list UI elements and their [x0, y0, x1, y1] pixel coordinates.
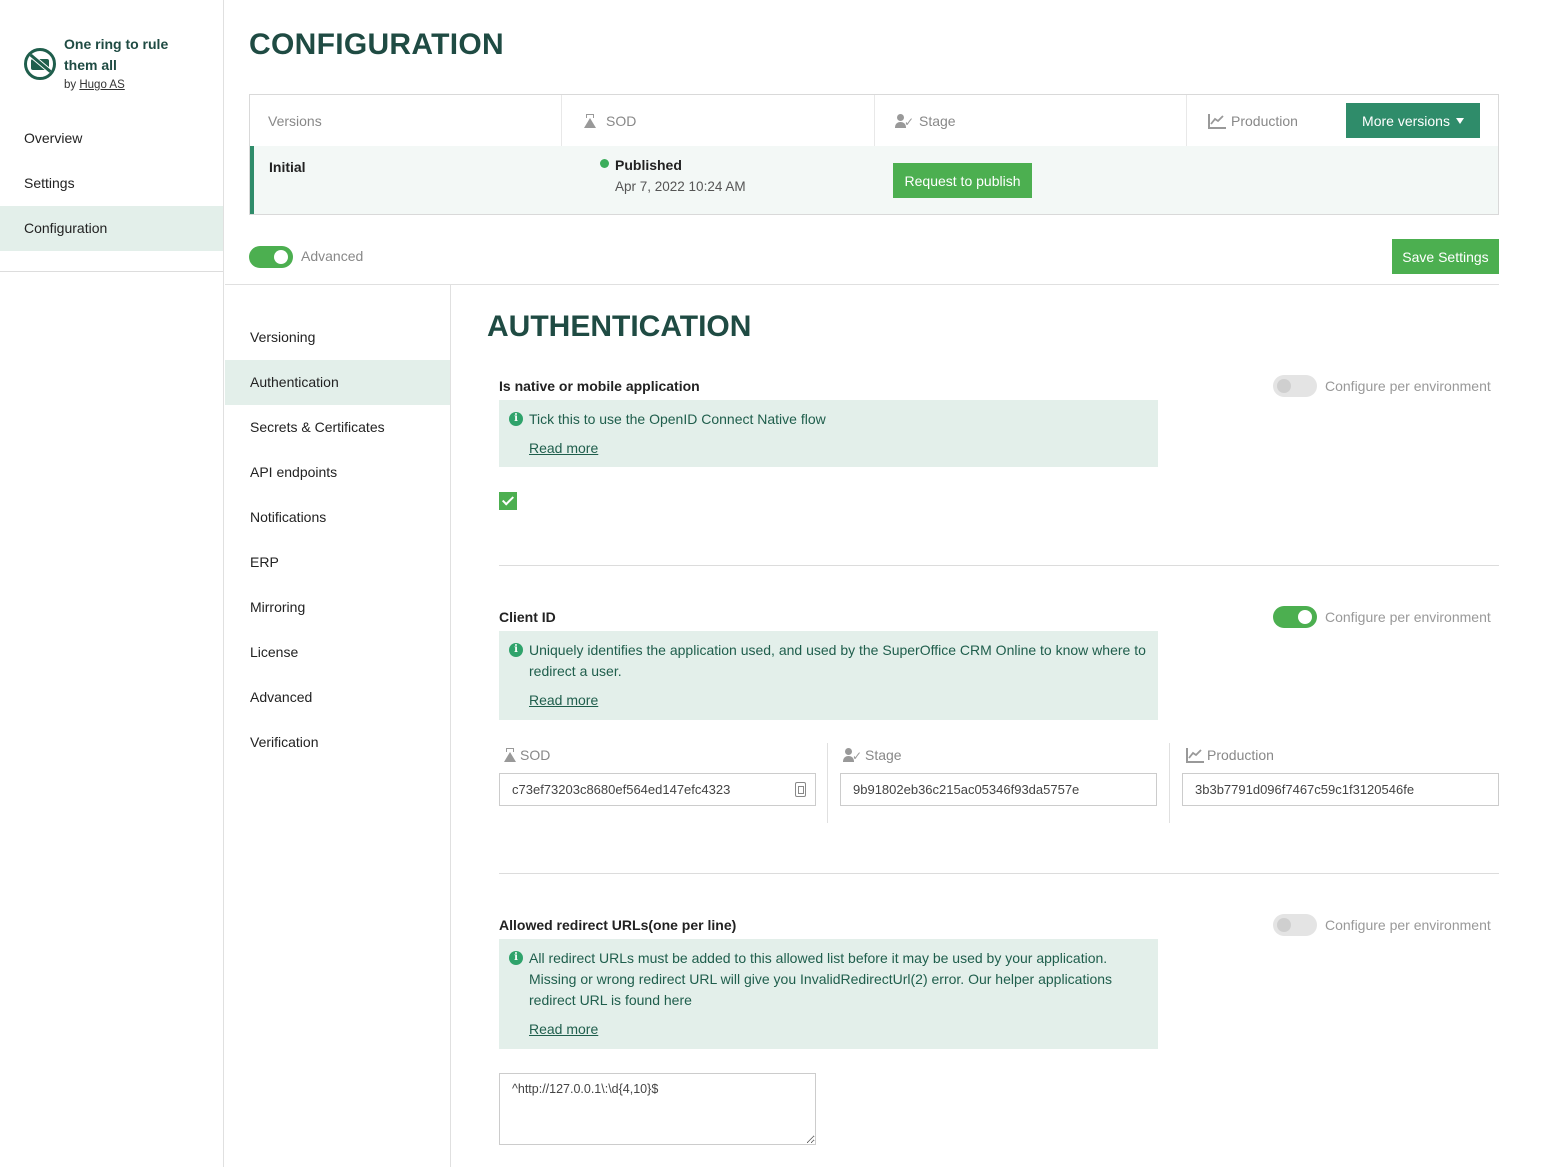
status-dot-icon — [600, 159, 609, 168]
app-nav: Overview Settings Configuration — [0, 116, 223, 251]
info-icon: i — [509, 412, 523, 426]
versions-table: Versions SOD Stage Production More versi… — [249, 94, 1499, 215]
app-by-prefix: by — [64, 79, 77, 91]
client-id-stage-head: Stage — [843, 747, 902, 763]
sub-nav-notifications[interactable]: Notifications — [225, 495, 450, 540]
stage-header-label: Stage — [919, 113, 956, 129]
sod-published-date: Apr 7, 2022 10:24 AM — [615, 179, 746, 194]
app-author: by Hugo AS — [64, 79, 125, 91]
sub-nav-secrets-certificates[interactable]: Secrets & Certificates — [225, 405, 450, 450]
client-id-label: Client ID — [499, 609, 556, 625]
app-brand: One ring to rule them all by Hugo AS — [24, 34, 214, 98]
chart-icon — [1207, 113, 1226, 129]
native-app-checkbox[interactable] — [499, 492, 517, 510]
sub-nav-verification[interactable]: Verification — [225, 720, 450, 765]
advanced-toggle[interactable] — [249, 246, 293, 268]
client-id-sod-input[interactable] — [499, 773, 816, 806]
sod-status: Published Apr 7, 2022 10:24 AM — [600, 157, 746, 194]
client-id-production-label: Production — [1207, 747, 1274, 763]
client-id-production: Production — [1182, 743, 1499, 823]
native-info-text: Tick this to use the OpenID Connect Nati… — [529, 411, 826, 427]
author-link[interactable]: Hugo AS — [79, 79, 124, 91]
version-name: Initial — [269, 159, 306, 175]
page-title: CONFIGURATION — [249, 28, 504, 61]
info-icon: i — [509, 951, 523, 965]
save-settings-button[interactable]: Save Settings — [1392, 239, 1499, 274]
native-app-label: Is native or mobile application — [499, 378, 700, 394]
more-versions-label: More versions — [1362, 112, 1450, 129]
sub-nav-versioning[interactable]: Versioning — [225, 315, 450, 360]
user-check-icon — [843, 747, 862, 763]
redirect-per-env-toggle[interactable] — [1273, 914, 1317, 936]
client-id-per-env-label: Configure per environment — [1325, 609, 1491, 625]
app-nav-settings[interactable]: Settings — [0, 161, 223, 206]
production-header-label: Production — [1231, 113, 1298, 129]
client-id-per-env-toggle[interactable] — [1273, 606, 1317, 628]
stage-header: Stage — [895, 113, 956, 129]
client-id-stage-input[interactable] — [840, 773, 1157, 806]
app-logo-icon — [24, 48, 56, 80]
redirect-per-env: Configure per environment — [1273, 914, 1491, 936]
sub-nav-erp[interactable]: ERP — [225, 540, 450, 585]
sod-header-label: SOD — [606, 113, 637, 129]
flask-icon — [502, 747, 516, 763]
client-id-stage-label: Stage — [865, 747, 902, 763]
column-divider — [827, 743, 828, 823]
flask-icon — [582, 113, 600, 129]
more-versions-button[interactable]: More versions — [1346, 103, 1480, 138]
versions-header-label: Versions — [268, 113, 322, 129]
info-icon: i — [509, 643, 523, 657]
client-id-stage: Stage — [840, 743, 1157, 823]
native-per-env: Configure per environment — [1273, 375, 1491, 397]
app-nav-overview[interactable]: Overview — [0, 116, 223, 161]
contact-card-icon[interactable] — [795, 782, 806, 797]
production-header: Production — [1207, 113, 1298, 129]
client-id-production-input[interactable] — [1182, 773, 1499, 806]
caret-down-icon — [1455, 117, 1464, 124]
client-id-per-env: Configure per environment — [1273, 606, 1491, 628]
version-row-initial[interactable]: Initial Published Apr 7, 2022 10:24 AM R… — [250, 146, 1498, 214]
native-info-box: i Tick this to use the OpenID Connect Na… — [499, 400, 1158, 467]
native-read-more-link[interactable]: Read more — [529, 438, 1146, 459]
advanced-label: Advanced — [301, 248, 364, 264]
client-id-read-more-link[interactable]: Read more — [529, 690, 1146, 711]
client-id-production-head: Production — [1185, 747, 1274, 763]
redirect-urls-textarea[interactable]: ^http://127.0.0.1\:\d{4,10}$ — [499, 1073, 816, 1145]
client-id-info-box: i Uniquely identifies the application us… — [499, 631, 1158, 720]
chart-icon — [1185, 747, 1204, 763]
client-id-sod-label: SOD — [520, 747, 551, 763]
config-sub-nav: Versioning Authentication Secrets & Cert… — [225, 285, 451, 1167]
redirect-info-box: i All redirect URLs must be added to thi… — [499, 939, 1158, 1049]
column-divider — [1169, 743, 1170, 823]
sub-nav-mirroring[interactable]: Mirroring — [225, 585, 450, 630]
section-divider — [499, 565, 1499, 566]
redirect-read-more-link[interactable]: Read more — [529, 1019, 1146, 1040]
user-check-icon — [895, 113, 914, 129]
redirect-per-env-label: Configure per environment — [1325, 917, 1491, 933]
client-id-info-text: Uniquely identifies the application used… — [529, 642, 1146, 679]
client-id-sod-head: SOD — [502, 747, 550, 763]
redirect-urls-label: Allowed redirect URLs(one per line) — [499, 917, 737, 933]
sod-header: SOD — [582, 113, 636, 129]
app-nav-configuration[interactable]: Configuration — [0, 206, 223, 251]
native-per-env-label: Configure per environment — [1325, 378, 1491, 394]
sub-nav-license[interactable]: License — [225, 630, 450, 675]
sub-nav-api-endpoints[interactable]: API endpoints — [225, 450, 450, 495]
section-divider — [499, 873, 1499, 874]
native-per-env-toggle[interactable] — [1273, 375, 1317, 397]
section-title: AUTHENTICATION — [487, 310, 752, 343]
redirect-info-text: All redirect URLs must be added to this … — [529, 950, 1113, 1008]
request-to-publish-button[interactable]: Request to publish — [893, 163, 1032, 198]
app-nav-divider — [0, 271, 223, 272]
app-name: One ring to rule them all — [64, 36, 169, 73]
sub-nav-authentication[interactable]: Authentication — [225, 360, 450, 405]
app-sidebar: One ring to rule them all by Hugo AS Ove… — [0, 0, 224, 1167]
sub-nav-advanced[interactable]: Advanced — [225, 675, 450, 720]
client-id-sod: SOD — [499, 743, 816, 823]
versions-header: Versions — [268, 113, 322, 129]
sod-status-label: Published — [615, 157, 682, 173]
